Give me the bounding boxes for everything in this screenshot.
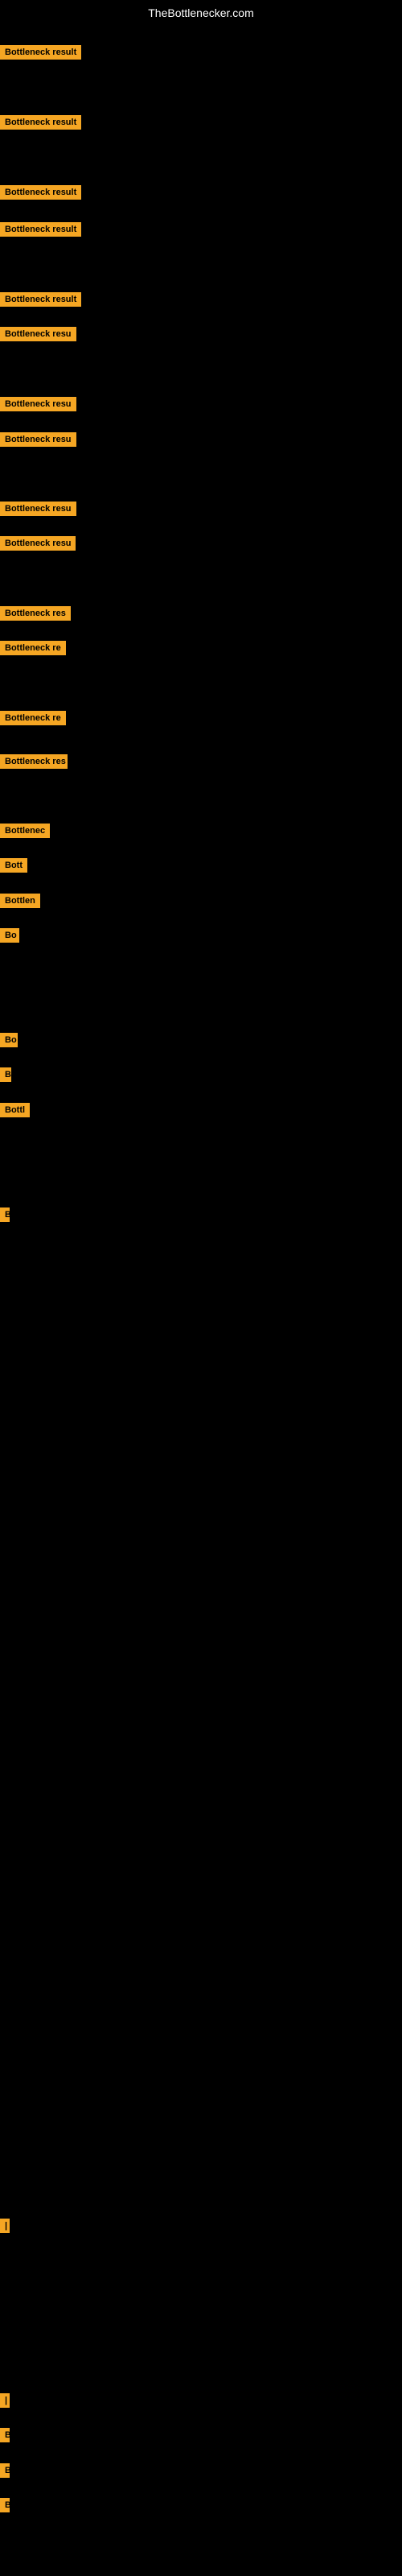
- bottleneck-badge-68: B: [0, 2428, 8, 2446]
- bottleneck-badge-13: Bottleneck resu: [0, 502, 76, 520]
- site-title: TheBottlenecker.com: [0, 0, 402, 26]
- bottleneck-badge-69: B: [0, 2463, 8, 2482]
- bottleneck-badge-11: Bottleneck resu: [0, 432, 76, 451]
- bottleneck-badge-7: Bottleneck result: [0, 292, 81, 311]
- bottleneck-badge-10: Bottleneck resu: [0, 397, 76, 415]
- bottleneck-badge-25: Bo: [0, 928, 19, 947]
- bottleneck-badge-19: Bottleneck re: [0, 711, 66, 729]
- bottleneck-badge-29: B: [0, 1067, 11, 1086]
- bottleneck-badge-14: Bottleneck resu: [0, 536, 76, 555]
- bottleneck-badge-4: Bottleneck result: [0, 185, 81, 204]
- bottleneck-badge-17: Bottleneck re: [0, 641, 66, 659]
- bottleneck-badge-62: |: [0, 2219, 6, 2237]
- bottleneck-badge-22: Bottlenec: [0, 824, 50, 842]
- bottleneck-badge-5: Bottleneck result: [0, 222, 81, 241]
- bottleneck-badge-30: Bottl: [0, 1103, 30, 1121]
- bottleneck-badge-24: Bottlen: [0, 894, 40, 912]
- bottleneck-badge-20: Bottleneck res: [0, 754, 68, 773]
- bottleneck-badge-2: Bottleneck result: [0, 115, 81, 134]
- bottleneck-badge-70: B: [0, 2498, 8, 2516]
- bottleneck-badge-16: Bottleneck res: [0, 606, 71, 625]
- bottleneck-badge-33: B: [0, 1208, 10, 1226]
- bottleneck-badge-8: Bottleneck resu: [0, 327, 76, 345]
- bottleneck-badge-23: Bott: [0, 858, 27, 877]
- bottleneck-badge-0: Bottleneck result: [0, 45, 81, 64]
- bottleneck-badge-67: |: [0, 2393, 6, 2412]
- bottleneck-badge-28: Bo: [0, 1033, 18, 1051]
